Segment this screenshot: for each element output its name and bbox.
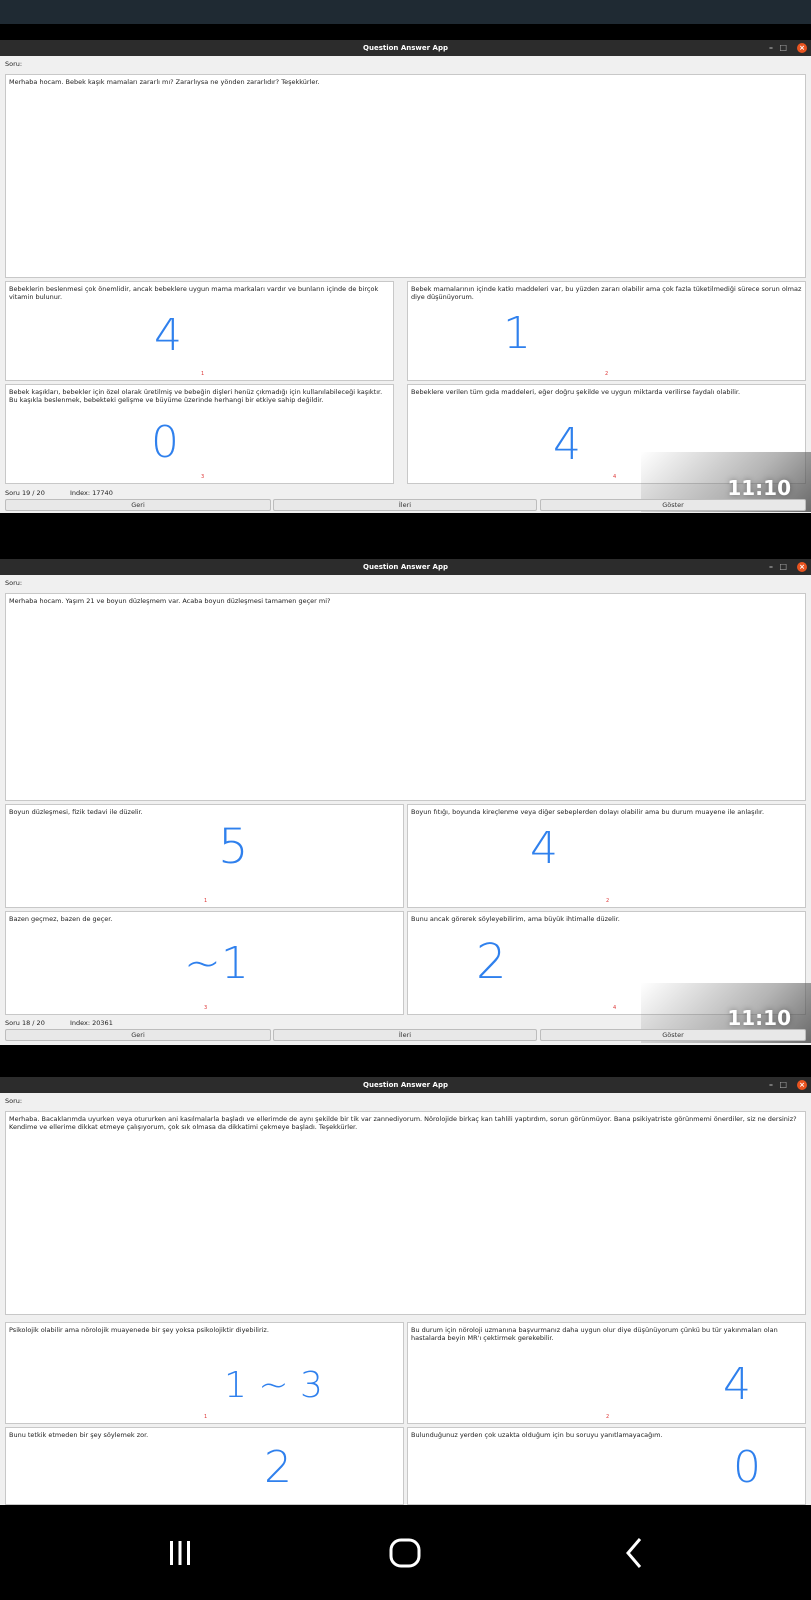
handwritten-score: 2	[476, 934, 507, 990]
answer-box-1[interactable]: Bebeklerin beslenmesi çok önemlidir, anc…	[5, 281, 394, 381]
answer-box-1[interactable]: Psikolojik olabilir ama nörolojik muayen…	[5, 1322, 404, 1424]
answer-box-4[interactable]: Bulunduğunuz yerden çok uzakta olduğum i…	[407, 1427, 806, 1505]
window-title: Question Answer App	[363, 563, 448, 571]
answer-text: Bunu ancak görerek söyleyebilirim, ama b…	[411, 915, 620, 923]
answer-text: Boyun fıtığı, boyunda kireçlenme veya di…	[411, 808, 765, 816]
back-button[interactable]: Geri	[5, 1029, 271, 1041]
next-button[interactable]: İleri	[273, 1029, 537, 1041]
answer-text: Psikolojik olabilir ama nörolojik muayen…	[9, 1326, 269, 1334]
question-counter: Soru 19 / 20	[5, 489, 45, 497]
answer-box-3[interactable]: Bebek kaşıkları, bebekler için özel olar…	[5, 384, 394, 484]
minimize-icon[interactable]: –	[769, 40, 773, 56]
handwritten-score: ~1	[184, 938, 249, 989]
answer-text: Bebeklere verilen tüm gıda maddeleri, eğ…	[411, 388, 741, 396]
window-title: Question Answer App	[363, 1081, 448, 1089]
answer-number: 1	[204, 898, 208, 904]
answer-box-2[interactable]: Bu durum için nöroloji uzmanına başvurma…	[407, 1322, 806, 1424]
handwritten-score: 1 ~ 3	[224, 1365, 323, 1406]
app-window-2: Question Answer App – □ × Soru: Merhaba …	[0, 559, 811, 1045]
next-button[interactable]: İleri	[273, 499, 537, 511]
answer-text: Bebeklerin beslenmesi çok önemlidir, anc…	[9, 285, 379, 301]
handwritten-score: 5	[218, 819, 249, 875]
question-label: Soru:	[5, 1097, 23, 1105]
show-button[interactable]: Göster	[540, 499, 806, 511]
handwritten-score: 0	[151, 417, 179, 468]
answer-text: Bu durum için nöroloji uzmanına başvurma…	[411, 1326, 778, 1342]
handwritten-score: 4	[723, 1359, 751, 1410]
answer-box-2[interactable]: Boyun fıtığı, boyunda kireçlenme veya di…	[407, 804, 806, 908]
close-icon[interactable]: ×	[797, 562, 807, 572]
clock-overlay: 11:10	[727, 476, 791, 500]
answer-number: 3	[204, 1005, 208, 1011]
minimize-icon[interactable]: –	[769, 1077, 773, 1093]
back-icon[interactable]	[615, 1533, 655, 1573]
answer-number: 1	[201, 371, 205, 377]
maximize-icon[interactable]: □	[779, 1077, 787, 1093]
answer-box-1[interactable]: Boyun düzleşmesi, fizik tedavi ile düzel…	[5, 804, 404, 908]
answer-number: 4	[613, 474, 617, 480]
question-counter: Soru 18 / 20	[5, 1019, 45, 1027]
handwritten-score: 2	[264, 1442, 292, 1493]
minimize-icon[interactable]: –	[769, 559, 773, 575]
answer-number: 3	[201, 474, 205, 480]
maximize-icon[interactable]: □	[779, 559, 787, 575]
phone-top-strip	[0, 0, 811, 24]
question-index: Index: 20361	[70, 1019, 113, 1027]
app-window-3: Question Answer App – □ × Soru: Merhaba.…	[0, 1077, 811, 1505]
question-textbox[interactable]: Merhaba hocam. Bebek kaşık mamaları zara…	[5, 74, 806, 278]
handwritten-score: 1	[503, 308, 531, 359]
question-textbox[interactable]: Merhaba hocam. Yaşım 21 ve boyun düzleşm…	[5, 593, 806, 801]
window-titlebar: Question Answer App – □ ×	[0, 1077, 811, 1093]
answer-text: Bulunduğunuz yerden çok uzakta olduğum i…	[411, 1431, 663, 1439]
answer-text: Boyun düzleşmesi, fizik tedavi ile düzel…	[9, 808, 143, 816]
app-window-1: Question Answer App – □ × Soru: Merhaba …	[0, 40, 811, 513]
back-button[interactable]: Geri	[5, 499, 271, 511]
answer-text: Bazen geçmez, bazen de geçer.	[9, 915, 113, 923]
answer-box-3[interactable]: Bazen geçmez, bazen de geçer. 3 ~1	[5, 911, 404, 1015]
android-navigation-bar	[0, 1505, 811, 1600]
window-titlebar: Question Answer App – □ ×	[0, 559, 811, 575]
answer-number: 2	[605, 371, 609, 377]
clock-overlay: 11:10	[727, 1006, 791, 1030]
answer-text: Bebek kaşıkları, bebekler için özel olar…	[9, 388, 383, 404]
answer-box-2[interactable]: Bebek mamalarının içinde katkı maddeleri…	[407, 281, 806, 381]
question-label: Soru:	[5, 579, 23, 587]
handwritten-score: 4	[154, 310, 182, 361]
answer-number: 2	[606, 898, 610, 904]
window-title: Question Answer App	[363, 44, 448, 52]
answer-text: Bebek mamalarının içinde katkı maddeleri…	[411, 285, 802, 301]
close-icon[interactable]: ×	[797, 1080, 807, 1090]
handwritten-score: 4	[530, 823, 558, 874]
question-textbox[interactable]: Merhaba. Bacaklarımda uyurken veya oturu…	[5, 1111, 806, 1315]
answer-number: 2	[606, 1414, 610, 1420]
answer-text: Bunu tetkik etmeden bir şey söylemek zor…	[9, 1431, 149, 1439]
handwritten-score: 4	[553, 419, 581, 470]
handwritten-score: 0	[733, 1442, 761, 1493]
home-icon[interactable]	[385, 1533, 425, 1573]
question-label: Soru:	[5, 60, 23, 68]
show-button[interactable]: Göster	[540, 1029, 806, 1041]
question-index: Index: 17740	[70, 489, 113, 497]
answer-number: 4	[613, 1005, 617, 1011]
answer-box-3[interactable]: Bunu tetkik etmeden bir şey söylemek zor…	[5, 1427, 404, 1505]
maximize-icon[interactable]: □	[779, 40, 787, 56]
close-icon[interactable]: ×	[797, 43, 807, 53]
recent-apps-icon[interactable]	[160, 1533, 200, 1573]
window-titlebar: Question Answer App – □ ×	[0, 40, 811, 56]
answer-number: 1	[204, 1414, 208, 1420]
